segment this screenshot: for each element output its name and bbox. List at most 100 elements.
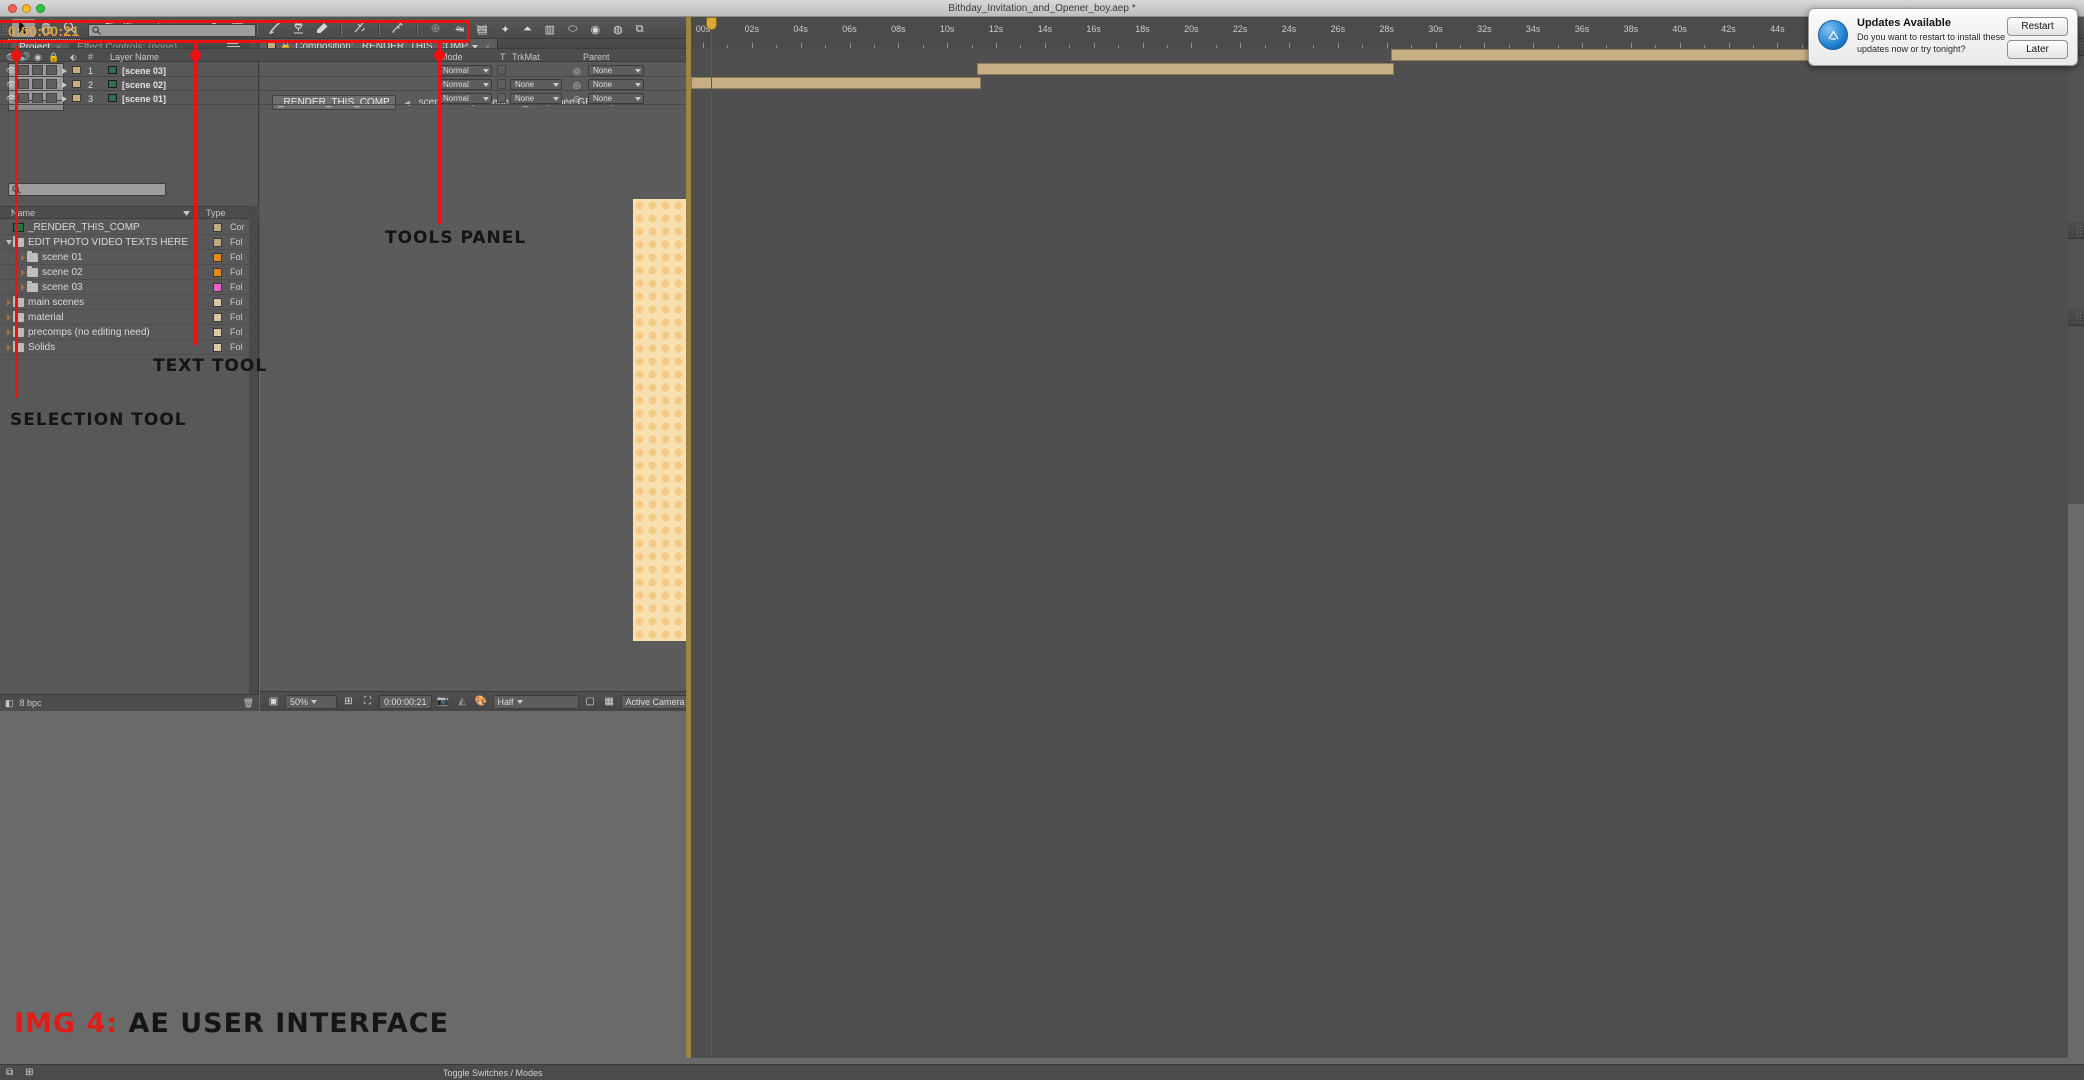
preserve-transparency-toggle[interactable] bbox=[497, 65, 506, 75]
solo-toggle[interactable] bbox=[32, 65, 43, 75]
twisty-icon[interactable] bbox=[4, 343, 13, 352]
blend-mode-select[interactable]: Normal bbox=[438, 65, 492, 76]
project-item[interactable]: material Fol bbox=[0, 310, 259, 325]
hide-shy-layers-icon[interactable]: ✦ bbox=[501, 23, 510, 36]
trkmat-select[interactable]: None bbox=[510, 79, 562, 90]
project-item[interactable]: Solids Fol bbox=[0, 340, 259, 355]
label-color-swatch[interactable] bbox=[72, 66, 81, 74]
blend-mode-select[interactable]: Normal bbox=[438, 93, 492, 104]
project-item[interactable]: EDIT PHOTO VIDEO TEXTS HERE Fol bbox=[0, 235, 259, 250]
label-color-swatch[interactable] bbox=[213, 252, 222, 262]
column-header-type[interactable]: Type bbox=[196, 208, 236, 218]
auto-keyframe-icon[interactable]: ◍ bbox=[613, 23, 623, 36]
blend-mode-select[interactable]: Normal bbox=[438, 79, 492, 90]
live-update-icon[interactable]: ⇥ bbox=[455, 23, 464, 36]
always-preview-icon[interactable]: ▣ bbox=[266, 695, 281, 709]
grid-guides-icon[interactable]: ⊞ bbox=[341, 695, 356, 709]
bit-depth-label[interactable]: 8 bpc bbox=[20, 698, 42, 708]
resolution-select[interactable]: Half bbox=[492, 694, 579, 709]
column-header-name[interactable]: Name bbox=[0, 208, 196, 218]
show-snapshot-icon[interactable]: ◭ bbox=[455, 695, 470, 709]
motion-sketch-icon[interactable]: ⧉ bbox=[636, 23, 644, 36]
twisty-icon[interactable] bbox=[18, 283, 27, 292]
label-color-swatch[interactable] bbox=[72, 94, 81, 102]
graph-editor-icon[interactable]: ⬭ bbox=[568, 23, 577, 36]
playhead-line[interactable] bbox=[711, 17, 712, 1058]
restart-button[interactable]: Restart bbox=[2007, 17, 2068, 36]
parent-pickwhip-icon[interactable]: ◎ bbox=[573, 66, 581, 77]
project-item[interactable]: scene 03 Fol bbox=[0, 280, 259, 295]
project-scrollbar[interactable] bbox=[249, 206, 258, 694]
table-row[interactable]: 👁 2 [scene 02] Normal None ◎ None bbox=[0, 77, 686, 91]
frame-blending-icon[interactable]: ⏶ bbox=[523, 23, 532, 36]
parent-select[interactable]: None bbox=[588, 93, 644, 104]
twisty-icon[interactable] bbox=[60, 80, 69, 89]
layer-name[interactable]: [scene 03] bbox=[122, 66, 166, 76]
motion-blur-icon[interactable]: ▥ bbox=[545, 23, 555, 36]
layer-duration-bar[interactable] bbox=[691, 77, 982, 89]
twisty-icon[interactable] bbox=[18, 268, 27, 277]
project-item[interactable]: scene 02 Fol bbox=[0, 265, 259, 280]
lock-toggle[interactable] bbox=[46, 93, 57, 103]
label-color-swatch[interactable] bbox=[213, 282, 222, 292]
playhead-handle[interactable] bbox=[706, 17, 717, 30]
expand-icon[interactable]: ⊞ bbox=[25, 1067, 33, 1078]
magnification-select[interactable]: 50% bbox=[285, 694, 337, 709]
label-color-swatch[interactable] bbox=[213, 297, 222, 307]
timeline-search-input[interactable] bbox=[88, 24, 256, 37]
project-item[interactable]: scene 01 Fol bbox=[0, 250, 259, 265]
layer-name[interactable]: [scene 01] bbox=[122, 94, 166, 104]
parent-select[interactable]: None bbox=[588, 79, 644, 90]
twisty-icon[interactable] bbox=[4, 238, 13, 247]
label-color-swatch[interactable] bbox=[213, 237, 222, 247]
current-time-field[interactable]: 0:00:00:21 bbox=[379, 694, 432, 709]
toggle-switches-modes-button[interactable]: Toggle Switches / Modes bbox=[443, 1068, 543, 1078]
label-color-swatch[interactable] bbox=[72, 80, 81, 88]
audio-toggle[interactable] bbox=[18, 93, 29, 103]
lock-toggle[interactable] bbox=[46, 79, 57, 89]
work-area-marker[interactable] bbox=[686, 17, 691, 1058]
trkmat-select[interactable]: None bbox=[510, 93, 562, 104]
layer-name[interactable]: [scene 02] bbox=[122, 80, 166, 90]
project-search-input[interactable] bbox=[8, 183, 166, 196]
label-color-swatch[interactable] bbox=[213, 312, 222, 322]
delete-icon[interactable]: 🗑 bbox=[243, 698, 254, 709]
twisty-icon[interactable] bbox=[60, 94, 69, 103]
channel-icon[interactable]: 🎨 bbox=[474, 695, 489, 709]
brainstorm-icon[interactable]: ◉ bbox=[590, 23, 600, 36]
solo-toggle[interactable] bbox=[32, 93, 43, 103]
timeline-track-grid[interactable] bbox=[686, 48, 2068, 1058]
twisty-icon[interactable] bbox=[60, 66, 69, 75]
label-color-swatch[interactable] bbox=[213, 327, 222, 337]
region-of-interest-icon[interactable]: ⛶ bbox=[360, 695, 375, 709]
project-item[interactable]: precomps (no editing need) Fol bbox=[0, 325, 259, 340]
table-row[interactable]: 👁 3 [scene 01] Normal None ◎ None bbox=[0, 91, 686, 105]
project-item[interactable]: main scenes Fol bbox=[0, 295, 259, 310]
draft-3d-icon[interactable]: ▤ bbox=[477, 23, 487, 36]
solo-toggle[interactable] bbox=[32, 79, 43, 89]
later-button[interactable]: Later bbox=[2007, 40, 2068, 59]
label-color-swatch[interactable] bbox=[213, 342, 222, 352]
project-item[interactable]: _RENDER_THIS_COMP Cor bbox=[0, 220, 259, 235]
twisty-icon[interactable] bbox=[4, 313, 13, 322]
preserve-transparency-toggle[interactable] bbox=[497, 79, 506, 89]
timeline-switch-icons[interactable]: ⇥ ▤ ✦ ⏶ ▥ ⬭ ◉ ◍ ⧉ bbox=[455, 23, 644, 36]
layer-duration-bar[interactable] bbox=[977, 63, 1395, 75]
label-color-swatch[interactable] bbox=[213, 222, 222, 232]
twisty-icon[interactable] bbox=[4, 328, 13, 337]
preserve-transparency-toggle[interactable] bbox=[497, 93, 506, 103]
twisty-icon[interactable] bbox=[18, 253, 27, 262]
table-row[interactable]: 👁 1 [scene 03] Normal ◎ None bbox=[0, 63, 686, 77]
audio-toggle[interactable] bbox=[18, 65, 29, 75]
twisty-icon[interactable] bbox=[4, 298, 13, 307]
snapshot-icon[interactable]: 📷 bbox=[436, 695, 451, 709]
parent-select[interactable]: None bbox=[588, 65, 644, 76]
transparency-grid-icon[interactable]: ▦ bbox=[602, 695, 617, 709]
timeline-current-time[interactable]: 0:00:00:21 bbox=[8, 23, 80, 40]
updates-available-dialog[interactable]: Updates Available Do you want to restart… bbox=[1808, 8, 2078, 66]
parent-pickwhip-icon[interactable]: ◎ bbox=[573, 80, 581, 91]
parent-pickwhip-icon[interactable]: ◎ bbox=[573, 94, 581, 105]
region-icon[interactable]: ▢ bbox=[583, 695, 598, 709]
comp-flowchart-icon[interactable]: ⧉ bbox=[6, 1067, 13, 1078]
audio-toggle[interactable] bbox=[18, 79, 29, 89]
